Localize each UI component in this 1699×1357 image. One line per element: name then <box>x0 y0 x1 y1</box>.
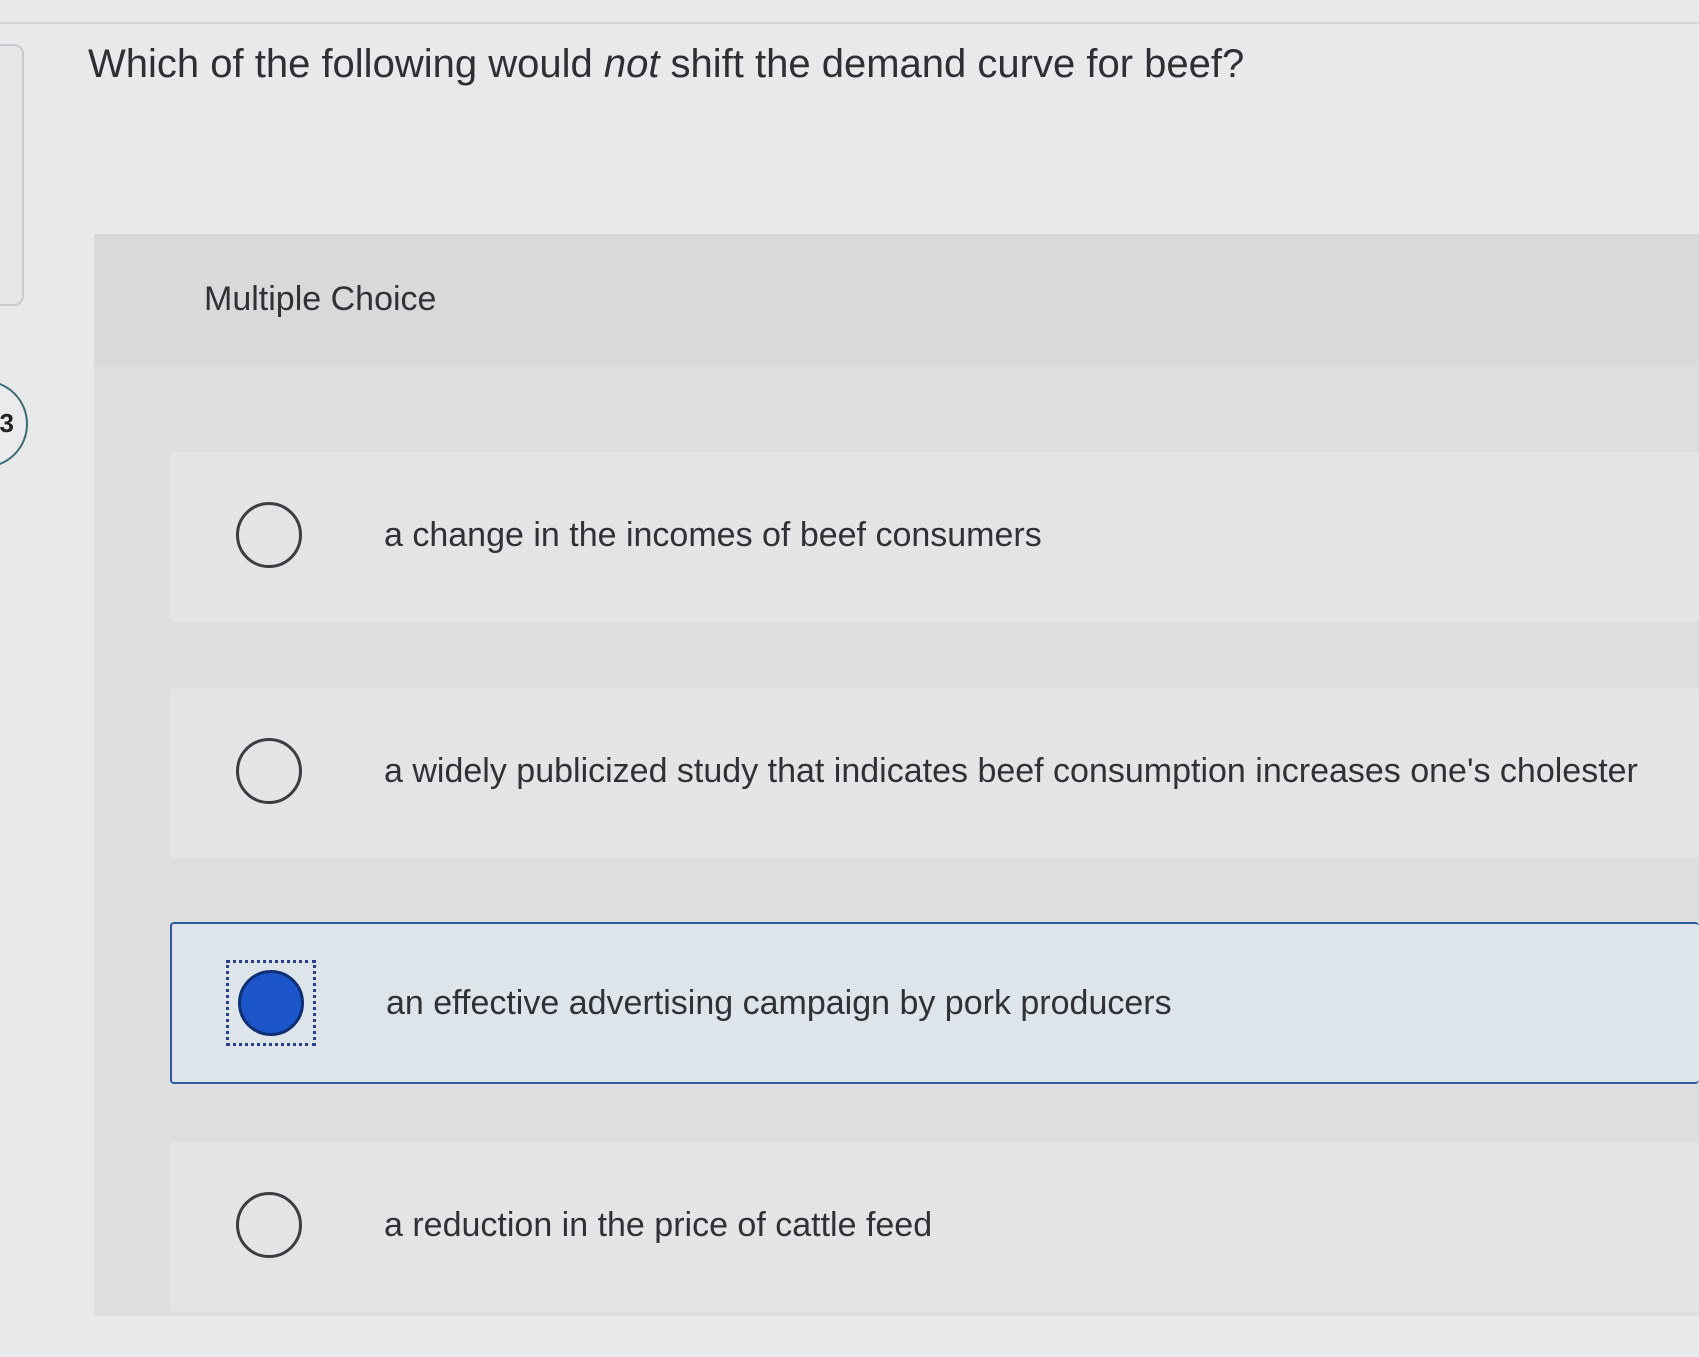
question-number: 3 <box>0 408 14 438</box>
answer-option-4[interactable]: a reduction in the price of cattle feed <box>170 1142 1699 1312</box>
question-text: Which of the following would not shift t… <box>88 42 1244 87</box>
answer-option-text-2: a widely publicized study that indicates… <box>384 752 1638 790</box>
answer-panel-header: Multiple Choice <box>94 234 1699 366</box>
question-text-end: shift the demand curve for beef? <box>659 42 1245 86</box>
side-panel-tab[interactable] <box>0 44 24 306</box>
question-number-badge[interactable]: 3 <box>0 380 28 468</box>
answer-option-text-3: an effective advertising campaign by por… <box>386 984 1172 1022</box>
question-text-start: Which of the following would <box>88 42 604 86</box>
radio-button-2[interactable] <box>236 738 302 804</box>
radio-button-3-selected[interactable] <box>238 970 304 1036</box>
question-text-emphasis: not <box>603 42 660 86</box>
top-divider <box>0 22 1699 24</box>
answer-option-1[interactable]: a change in the incomes of beef consumer… <box>170 452 1699 622</box>
radio-button-1[interactable] <box>236 502 302 568</box>
answer-option-3[interactable]: an effective advertising campaign by por… <box>170 922 1699 1084</box>
answer-option-text-1: a change in the incomes of beef consumer… <box>384 516 1042 554</box>
answer-option-2[interactable]: a widely publicized study that indicates… <box>170 688 1699 858</box>
answer-option-text-4: a reduction in the price of cattle feed <box>384 1206 933 1244</box>
radio-button-4[interactable] <box>236 1192 302 1258</box>
multiple-choice-label: Multiple Choice <box>204 280 437 318</box>
